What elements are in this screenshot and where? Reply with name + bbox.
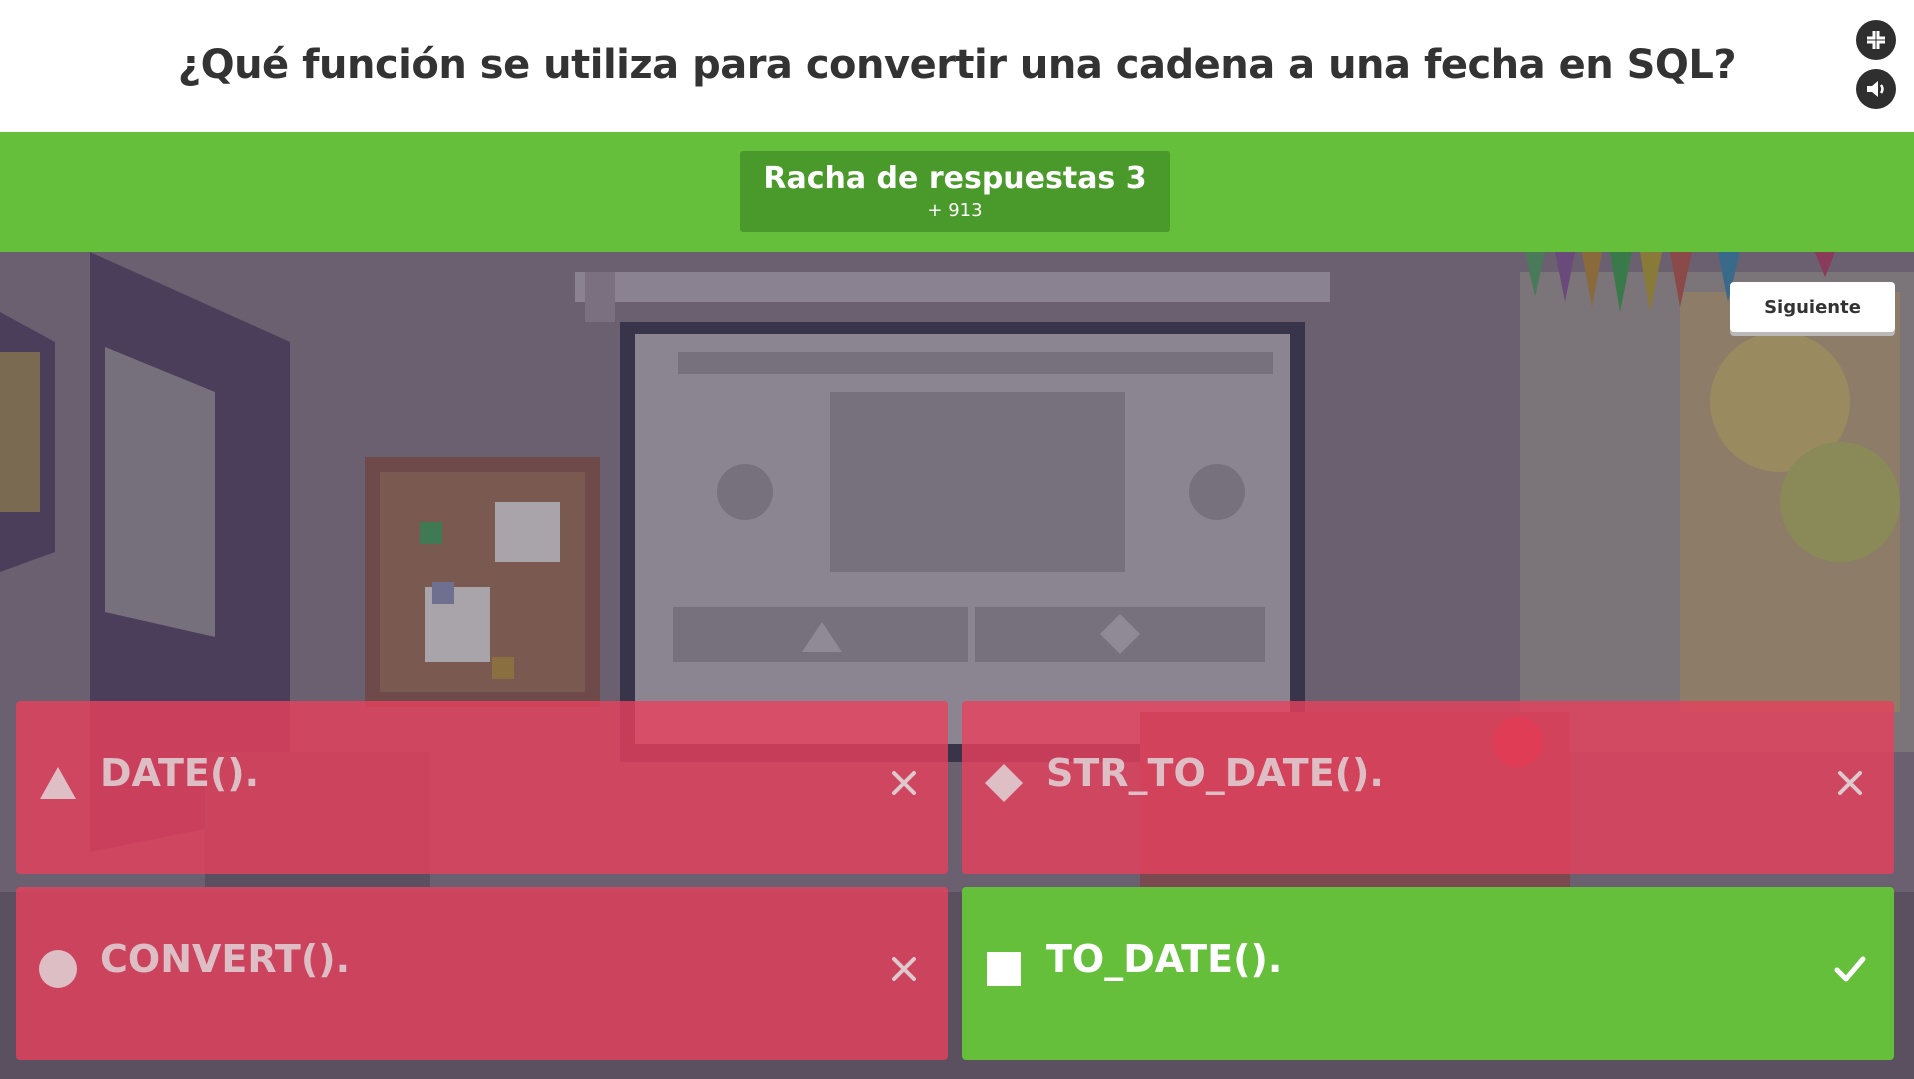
streak-points: + 913 (927, 200, 983, 221)
answer-label: STR_TO_DATE(). (1046, 751, 1384, 795)
sound-icon (1867, 81, 1884, 97)
answer-label: DATE(). (100, 751, 260, 795)
streak-title: Racha de respuestas 3 (763, 161, 1147, 196)
answer-option-2[interactable]: STR_TO_DATE(). (962, 701, 1894, 874)
answer-option-1[interactable]: DATE(). (16, 701, 948, 874)
close-icon (892, 771, 916, 795)
answer-streak-badge: Racha de respuestas 3 + 913 (740, 151, 1170, 232)
answer-option-3[interactable]: CONVERT(). (16, 887, 948, 1060)
answer-option-4[interactable]: TO_DATE(). (962, 887, 1894, 1060)
question-text: ¿Qué función se utiliza para convertir u… (177, 42, 1737, 88)
fullscreen-icon (1867, 31, 1885, 49)
close-icon (1838, 771, 1862, 795)
triangle-icon (40, 767, 76, 799)
circle-icon (39, 950, 77, 988)
diamond-icon (985, 764, 1023, 802)
answer-label: CONVERT(). (100, 937, 351, 981)
next-button[interactable]: Siguiente (1730, 282, 1895, 332)
close-icon (892, 957, 916, 981)
square-icon (987, 952, 1021, 986)
question-header: ¿Qué función se utiliza para convertir u… (0, 0, 1914, 132)
answer-label: TO_DATE(). (1046, 937, 1283, 981)
fullscreen-button[interactable] (1856, 20, 1896, 60)
sound-button[interactable] (1856, 69, 1896, 109)
checkmark-icon (1834, 956, 1866, 982)
